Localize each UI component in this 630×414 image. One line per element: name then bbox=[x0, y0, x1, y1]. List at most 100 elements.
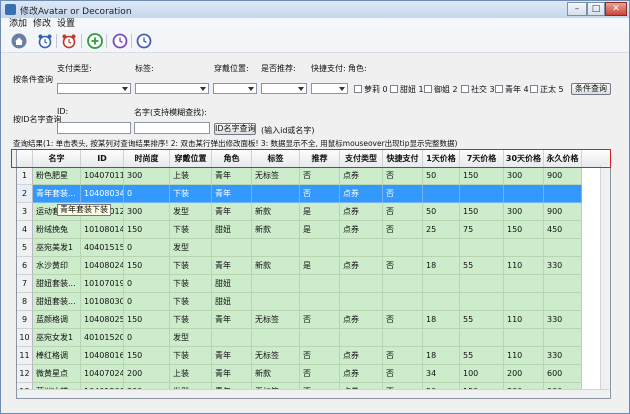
table-cell[interactable]: 棒红格调 bbox=[33, 347, 81, 365]
table-cell[interactable]: 点券 bbox=[340, 365, 383, 383]
table-cell[interactable]: 粉绒挽兔 bbox=[33, 221, 81, 239]
payment-type-select[interactable] bbox=[57, 83, 131, 94]
table-cell[interactable]: 巫宛女发1 bbox=[33, 329, 81, 347]
column-header[interactable]: 永久价格 bbox=[544, 150, 582, 167]
table-cell[interactable]: 55 bbox=[460, 311, 504, 329]
table-cell[interactable]: 否 bbox=[383, 257, 423, 275]
table-cell[interactable]: 甜妞 bbox=[212, 275, 252, 293]
table-cell[interactable]: 110 bbox=[504, 311, 544, 329]
table-cell[interactable] bbox=[504, 239, 544, 257]
table-cell[interactable]: 150 bbox=[124, 347, 170, 365]
table-cell[interactable]: 新款 bbox=[252, 203, 300, 221]
table-cell[interactable]: 甜妞套装... bbox=[33, 275, 81, 293]
table-cell[interactable]: 10107019 bbox=[81, 275, 124, 293]
table-cell[interactable] bbox=[212, 239, 252, 257]
quick-pay-select[interactable] bbox=[311, 83, 348, 94]
table-cell[interactable]: 下装 bbox=[170, 185, 212, 203]
table-cell[interactable]: 发型 bbox=[170, 239, 212, 257]
row-header[interactable]: 5 bbox=[17, 239, 33, 257]
menu-add[interactable]: 添加 bbox=[9, 18, 27, 30]
table-cell[interactable]: 150 bbox=[124, 221, 170, 239]
tag-select[interactable] bbox=[135, 83, 209, 94]
table-cell[interactable]: 150 bbox=[460, 167, 504, 185]
name-input[interactable] bbox=[134, 122, 210, 134]
table-cell[interactable]: 110 bbox=[504, 347, 544, 365]
table-cell[interactable]: 点券 bbox=[340, 347, 383, 365]
table-cell[interactable]: 点券 bbox=[340, 257, 383, 275]
row-header[interactable]: 6 bbox=[17, 257, 33, 275]
table-cell[interactable]: 下装 bbox=[170, 311, 212, 329]
table-cell[interactable]: 新款 bbox=[252, 365, 300, 383]
table-cell[interactable]: 300 bbox=[504, 203, 544, 221]
table-row[interactable]: 11 棒红格调 10408016 150 下装 青年 无标签否点券否 18 55 110 330 bbox=[17, 347, 610, 365]
table-cell[interactable]: 是 bbox=[300, 221, 340, 239]
table-cell[interactable] bbox=[423, 293, 460, 311]
table-cell[interactable]: 青年 bbox=[212, 203, 252, 221]
table-cell[interactable]: 发型 bbox=[170, 329, 212, 347]
table-row[interactable]: 2 青年套装... 10408034 0 下装 青年 否点券否 bbox=[17, 185, 610, 203]
table-cell[interactable] bbox=[504, 185, 544, 203]
column-header[interactable]: 1天价格 bbox=[423, 150, 460, 167]
table-cell[interactable]: 青年 bbox=[212, 185, 252, 203]
role-checkbox[interactable] bbox=[530, 85, 538, 93]
table-cell[interactable]: 蓝颜格调 bbox=[33, 311, 81, 329]
table-cell[interactable]: 34 bbox=[423, 365, 460, 383]
table-cell[interactable]: 水沙黄印 bbox=[33, 257, 81, 275]
row-header[interactable]: 9 bbox=[17, 311, 33, 329]
table-cell[interactable] bbox=[300, 329, 340, 347]
add-circle-icon[interactable] bbox=[87, 33, 103, 49]
table-cell[interactable]: 下装 bbox=[170, 221, 212, 239]
table-cell[interactable]: 青年 bbox=[212, 311, 252, 329]
table-cell[interactable]: 10108014 bbox=[81, 221, 124, 239]
column-header[interactable]: 角色 bbox=[212, 150, 252, 167]
table-cell[interactable]: 否 bbox=[383, 185, 423, 203]
table-cell[interactable] bbox=[300, 275, 340, 293]
table-cell[interactable]: 150 bbox=[460, 203, 504, 221]
table-cell[interactable]: 甜妞 bbox=[212, 293, 252, 311]
table-cell[interactable] bbox=[252, 185, 300, 203]
table-row[interactable]: 4 粉绒挽兔 10108014 150 下装 甜妞 新款是点券否 25 75 150 450 bbox=[17, 221, 610, 239]
column-header[interactable]: 支付类型 bbox=[340, 150, 383, 167]
role-checkbox[interactable] bbox=[390, 85, 398, 93]
table-cell[interactable]: 10408024 bbox=[81, 257, 124, 275]
table-cell[interactable]: 900 bbox=[544, 203, 582, 221]
table-cell[interactable] bbox=[544, 239, 582, 257]
table-cell[interactable]: 200 bbox=[504, 365, 544, 383]
table-cell[interactable]: 下装 bbox=[170, 347, 212, 365]
clock-icon[interactable] bbox=[136, 33, 152, 49]
table-cell[interactable]: 青年套装... bbox=[33, 185, 81, 203]
table-cell[interactable]: 否 bbox=[383, 203, 423, 221]
table-cell[interactable]: 10408034 bbox=[81, 185, 124, 203]
table-cell[interactable]: 600 bbox=[544, 365, 582, 383]
table-cell[interactable]: 是 bbox=[300, 203, 340, 221]
table-cell[interactable]: 10407024 bbox=[81, 365, 124, 383]
table-cell[interactable]: 青年 bbox=[212, 365, 252, 383]
column-header[interactable]: 7天价格 bbox=[460, 150, 504, 167]
table-cell[interactable]: 否 bbox=[300, 311, 340, 329]
table-row[interactable]: 8 甜妞套装... 10108030 0 下装 甜妞 bbox=[17, 293, 610, 311]
table-cell[interactable]: 150 bbox=[124, 311, 170, 329]
table-cell[interactable]: 甜妞套装... bbox=[33, 293, 81, 311]
role-checkbox[interactable] bbox=[461, 85, 469, 93]
table-cell[interactable]: 上装 bbox=[170, 365, 212, 383]
alarm-clock-icon[interactable] bbox=[37, 33, 53, 49]
column-header[interactable]: 推荐 bbox=[300, 150, 340, 167]
table-row[interactable]: 7 甜妞套装... 10107019 0 下装 甜妞 bbox=[17, 275, 610, 293]
table-cell[interactable] bbox=[340, 239, 383, 257]
table-cell[interactable]: 110 bbox=[504, 257, 544, 275]
table-cell[interactable]: 450 bbox=[544, 221, 582, 239]
table-cell[interactable] bbox=[383, 239, 423, 257]
column-header[interactable]: 30天价格 bbox=[504, 150, 544, 167]
table-cell[interactable]: 无标签 bbox=[252, 311, 300, 329]
table-cell[interactable]: 18 bbox=[423, 347, 460, 365]
table-cell[interactable]: 新款 bbox=[252, 221, 300, 239]
table-cell[interactable]: 330 bbox=[544, 311, 582, 329]
column-header[interactable]: 时尚度 bbox=[124, 150, 170, 167]
table-cell[interactable]: 否 bbox=[383, 311, 423, 329]
table-cell[interactable]: 200 bbox=[124, 365, 170, 383]
table-cell[interactable]: 否 bbox=[300, 167, 340, 185]
table-cell[interactable]: 300 bbox=[124, 203, 170, 221]
table-cell[interactable] bbox=[340, 275, 383, 293]
table-cell[interactable] bbox=[460, 293, 504, 311]
table-cell[interactable]: 青年 bbox=[212, 167, 252, 185]
